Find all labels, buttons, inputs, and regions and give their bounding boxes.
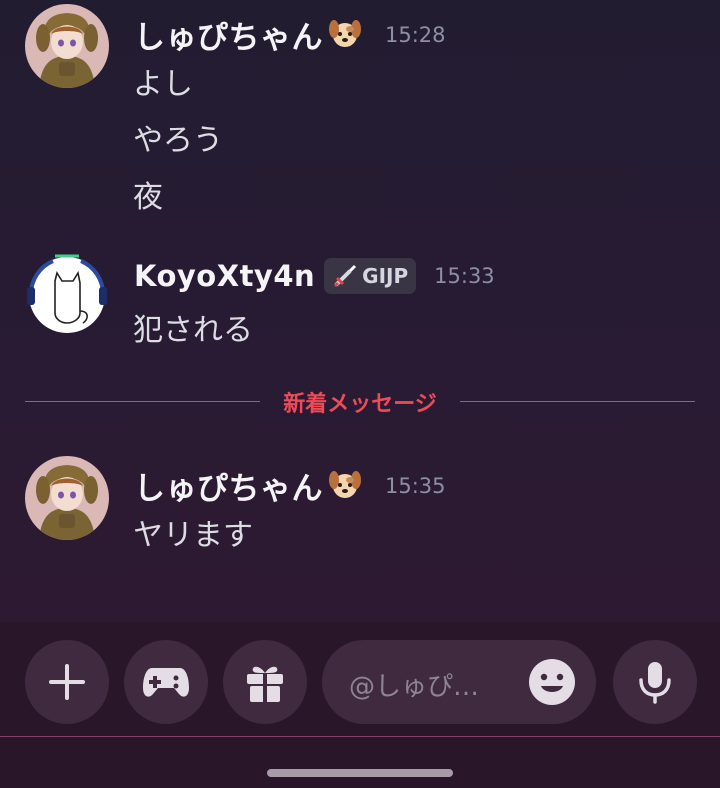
message-input-placeholder: @しゅぴ… [349,672,480,702]
message-text[interactable]: やろう [133,115,223,159]
new-messages-label: 新着メッセージ [283,392,437,417]
author-name[interactable]: KoyoXty4n [134,259,315,293]
message-header: しゅぴちゃん 15:28 [134,12,446,57]
message-timestamp: 15:33 [434,264,495,288]
sword-icon [334,264,357,288]
gift-button[interactable] [223,640,307,724]
avatar-image [25,456,109,540]
voice-message-button[interactable] [613,640,697,724]
composer-divider [0,736,720,737]
message-header: しゅぴちゃん 15:35 [134,463,446,508]
message-text[interactable]: 夜 [133,172,163,216]
gift-icon [247,666,283,702]
dog-face-icon [327,15,363,55]
dog-face-icon [327,466,363,506]
author-name[interactable]: しゅぴちゃん [134,463,323,508]
avatar-shupi[interactable] [25,456,109,540]
guild-tag[interactable]: GIJP [324,258,417,294]
plus-icon [49,664,85,700]
home-indicator[interactable] [267,769,453,777]
message-timestamp: 15:35 [385,473,446,498]
attach-button[interactable] [25,640,109,724]
avatar-shupi[interactable] [25,4,109,88]
activities-button[interactable] [124,640,208,724]
message-text[interactable]: ヤリます [133,510,253,554]
guild-tag-label: GIJP [362,264,409,288]
message-input[interactable]: @しゅぴ… [322,640,596,724]
new-messages-divider: 新着メッセージ [25,384,695,418]
message-text[interactable]: 犯される [133,305,253,349]
message-composer: @しゅぴ… [0,622,720,788]
message-text[interactable]: よし [133,59,193,103]
gamepad-icon [143,668,189,697]
avatar-image [27,254,107,333]
message-timestamp: 15:28 [385,22,446,47]
avatar-koyoxty4n[interactable] [25,253,109,337]
microphone-icon [639,662,671,704]
message-header: KoyoXty4n GIJP 15:33 [134,258,495,294]
avatar-image [25,4,109,88]
author-name[interactable]: しゅぴちゃん [134,12,323,57]
emoji-icon[interactable] [528,658,576,706]
divider-line [460,401,695,402]
